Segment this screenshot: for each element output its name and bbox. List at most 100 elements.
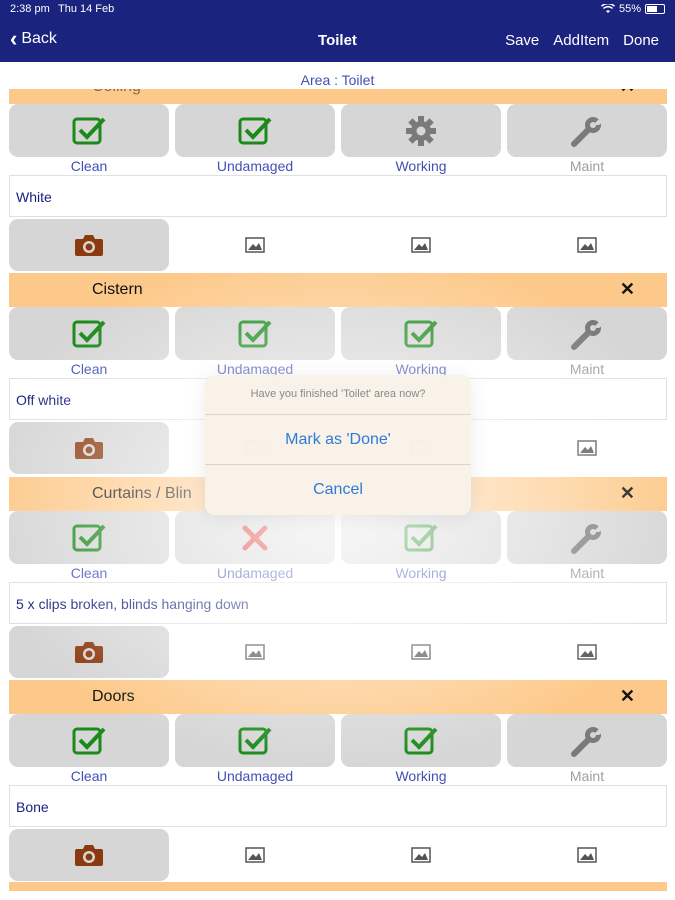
camera-button[interactable] (9, 422, 169, 474)
note-field[interactable]: White (9, 175, 667, 217)
photo-slot[interactable] (507, 626, 667, 678)
image-placeholder-icon (577, 440, 597, 456)
check-icon (72, 524, 106, 551)
section-name: Doors (92, 688, 135, 705)
section-header-cistern: Cistern ✕ (9, 273, 667, 307)
mark-done-button[interactable]: Mark as 'Done' (205, 414, 471, 464)
check-icon (72, 320, 106, 347)
image-placeholder-icon (411, 847, 431, 863)
camera-button[interactable] (9, 219, 169, 271)
camera-icon (75, 642, 103, 663)
status-date: Thu 14 Feb (58, 3, 115, 15)
photo-slot[interactable] (507, 829, 667, 881)
delete-section-button[interactable]: ✕ (620, 686, 635, 707)
cross-icon (242, 525, 268, 550)
clean-label: Clean (70, 565, 108, 581)
photo-slot[interactable] (507, 219, 667, 271)
check-icon (238, 117, 272, 144)
working-toggle[interactable] (341, 307, 501, 360)
camera-icon (75, 235, 103, 256)
check-icon (72, 727, 106, 754)
battery-icon (645, 4, 665, 14)
section-header-doors: Doors ✕ (9, 680, 667, 714)
photo-slot[interactable] (175, 626, 335, 678)
check-icon (404, 524, 438, 551)
wifi-icon (600, 4, 615, 13)
maint-toggle[interactable] (507, 307, 667, 360)
image-placeholder-icon (411, 237, 431, 253)
working-toggle[interactable] (341, 511, 501, 564)
navigation-bar: ‹ Back Toilet Save AddItem Done (0, 20, 675, 62)
photo-slot[interactable] (341, 829, 501, 881)
photo-slot[interactable] (341, 626, 501, 678)
done-button[interactable]: Done (623, 32, 659, 49)
working-label: Working (395, 768, 447, 784)
delete-section-button[interactable]: ✕ (620, 483, 635, 504)
undamaged-label: Undamaged (216, 158, 294, 174)
maint-toggle[interactable] (507, 104, 667, 157)
image-placeholder-icon (245, 847, 265, 863)
photo-slot[interactable] (341, 219, 501, 271)
clean-toggle[interactable] (9, 714, 169, 767)
next-section-header (9, 882, 667, 891)
camera-icon (75, 845, 103, 866)
image-placeholder-icon (411, 644, 431, 660)
camera-icon (75, 438, 103, 459)
finish-area-dialog: Have you finished 'Toilet' area now? Mar… (205, 375, 471, 515)
maint-label: Maint (569, 361, 605, 377)
camera-button[interactable] (9, 829, 169, 881)
clean-toggle[interactable] (9, 104, 169, 157)
wrench-icon (571, 724, 603, 757)
maint-toggle[interactable] (507, 511, 667, 564)
image-placeholder-icon (577, 847, 597, 863)
dialog-message: Have you finished 'Toilet' area now? (250, 388, 426, 400)
wrench-icon (571, 521, 603, 554)
working-label: Working (395, 158, 447, 174)
section-name: Curtains / Blin (92, 485, 192, 502)
clean-label: Clean (70, 158, 108, 174)
photo-slot[interactable] (507, 422, 667, 474)
photo-slot[interactable] (175, 219, 335, 271)
status-right: 55% (600, 3, 665, 15)
nav-actions: Save AddItem Done (505, 32, 659, 49)
note-field[interactable]: Bone (9, 785, 667, 827)
cancel-button[interactable]: Cancel (205, 464, 471, 514)
delete-section-button[interactable]: ✕ (620, 279, 635, 300)
section-name: Cistern (92, 281, 143, 298)
image-placeholder-icon (577, 644, 597, 660)
undamaged-label: Undamaged (216, 565, 294, 581)
maint-label: Maint (569, 565, 605, 581)
wrench-icon (571, 114, 603, 147)
clean-label: Clean (70, 361, 108, 377)
working-toggle[interactable] (341, 714, 501, 767)
maint-label: Maint (569, 768, 605, 784)
undamaged-toggle[interactable] (175, 714, 335, 767)
area-title: Area : Toilet (300, 72, 375, 88)
undamaged-toggle[interactable] (175, 307, 335, 360)
clean-toggle[interactable] (9, 307, 169, 360)
check-icon (72, 117, 106, 144)
camera-button[interactable] (9, 626, 169, 678)
gear-icon (406, 115, 436, 146)
status-bar: 2:38 pm Thu 14 Feb 55% (0, 0, 675, 20)
check-icon (404, 320, 438, 347)
image-placeholder-icon (245, 644, 265, 660)
working-label: Working (395, 565, 447, 581)
undamaged-toggle[interactable] (175, 104, 335, 157)
save-button[interactable]: Save (505, 32, 539, 49)
status-time: 2:38 pm (10, 3, 50, 15)
maint-label: Maint (569, 158, 605, 174)
maint-toggle[interactable] (507, 714, 667, 767)
clean-toggle[interactable] (9, 511, 169, 564)
battery-percent: 55% (618, 3, 641, 15)
undamaged-toggle[interactable] (175, 511, 335, 564)
photo-slot[interactable] (175, 829, 335, 881)
add-item-button[interactable]: AddItem (553, 32, 609, 49)
clean-label: Clean (70, 768, 108, 784)
working-toggle[interactable] (341, 104, 501, 157)
check-icon (404, 727, 438, 754)
image-placeholder-icon (577, 237, 597, 253)
undamaged-label: Undamaged (216, 768, 294, 784)
note-field[interactable]: 5 x clips broken, blinds hanging down (9, 582, 667, 624)
wrench-icon (571, 317, 603, 350)
